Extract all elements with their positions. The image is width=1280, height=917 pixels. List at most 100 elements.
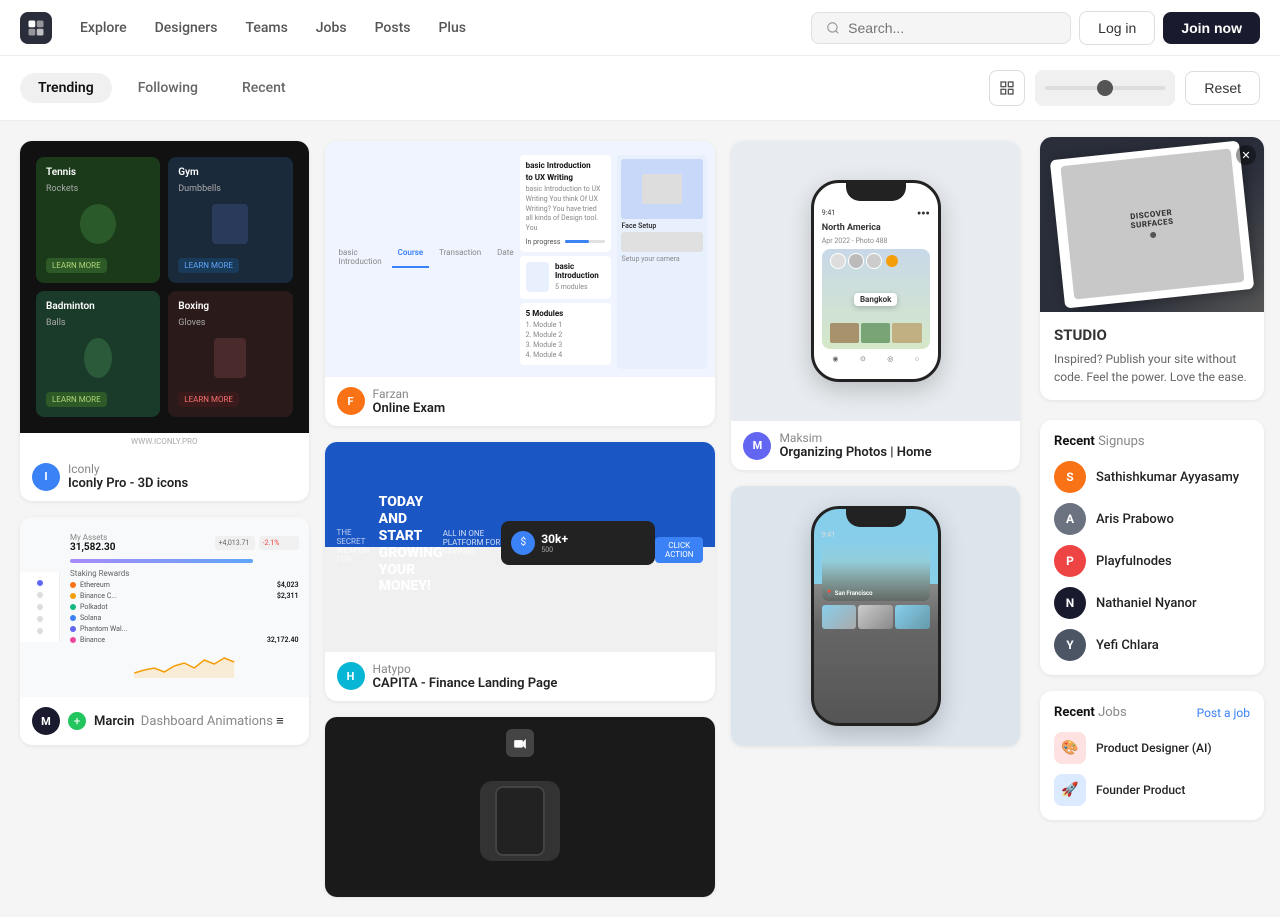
card-capita-finance[interactable]: THE SECRET WEAPON FOR TODAY ANDSTART GRO…: [325, 442, 716, 701]
card-video[interactable]: [325, 717, 716, 897]
job-item[interactable]: 🎨 Product Designer (AI): [1054, 732, 1250, 764]
card-meta: Hatypo CAPITA - Finance Landing Page: [373, 662, 558, 691]
card-author: Maksim: [779, 431, 931, 445]
ux-tab: Transaction: [433, 246, 487, 268]
ux-text: 5 modules: [555, 283, 606, 293]
signup-item[interactable]: Y Yefi Chlara: [1054, 629, 1250, 661]
street-photos: [822, 605, 930, 629]
card-thumbnail: basic Introduction Course Transaction Da…: [325, 141, 716, 377]
card-title: Organizing Photos | Home: [779, 445, 931, 460]
nav-designers[interactable]: Designers: [143, 14, 230, 42]
ux-side-title: Face Setup: [621, 222, 703, 230]
mock-label: Gym: [178, 167, 282, 178]
card-online-exam[interactable]: basic Introduction Course Transaction Da…: [325, 141, 716, 426]
grid-icon: [999, 80, 1015, 96]
nav-explore[interactable]: Explore: [68, 14, 139, 42]
card-thumbnail: My Assets 31,582.30 +4,013.71 -2.1% Stak…: [20, 517, 309, 697]
card-thumbnail: Tennis Rockets LEARN MORE Gym Dumbbells …: [20, 141, 309, 433]
ux-block: basic Introduction to UX Writing basic I…: [520, 155, 612, 252]
module-item: 4. Module 4: [526, 351, 606, 359]
ux-tab: Date: [491, 246, 519, 268]
job-icon: 🎨: [1054, 732, 1086, 764]
mock-sub: Rockets: [46, 184, 150, 194]
header: Explore Designers Teams Jobs Posts Plus …: [0, 0, 1280, 56]
signup-avatar: A: [1054, 503, 1086, 535]
logo[interactable]: [20, 12, 52, 44]
nav-plus[interactable]: Plus: [426, 14, 478, 42]
ux-content: basic Introduction to UX Writing basic I…: [520, 155, 708, 369]
job-item[interactable]: 🚀 Founder Product: [1054, 774, 1250, 806]
card-meta: Maksim Organizing Photos | Home: [779, 431, 931, 460]
tab-following[interactable]: Following: [120, 73, 216, 103]
card-thumbnail: 9:41 📍 San Francisco: [731, 486, 1020, 746]
promo-dot: [1150, 232, 1157, 239]
job-title: Product Designer (AI): [1096, 740, 1212, 757]
card-organizing-photos[interactable]: 9:41 ●●● North America Apr 2022 - Photo …: [731, 141, 1020, 470]
finance-cta: CLICK ACTION: [655, 531, 703, 563]
post-job-link[interactable]: Post a job: [1197, 706, 1250, 720]
join-button[interactable]: Join now: [1163, 12, 1260, 44]
phone-notch: [846, 509, 906, 527]
tab-trending[interactable]: Trending: [20, 73, 112, 103]
signup-item[interactable]: A Aris Prabowo: [1054, 503, 1250, 535]
size-slider[interactable]: [1035, 70, 1175, 106]
card-meta: +: [68, 712, 86, 730]
nav-teams[interactable]: Teams: [233, 14, 299, 42]
nav-profile: ○: [915, 355, 919, 363]
search-input[interactable]: [848, 20, 1056, 36]
mock-bar: [70, 559, 253, 563]
card-meta: Iconly Iconly Pro - 3D icons: [68, 462, 188, 491]
section-title-highlight: Recent: [1054, 434, 1095, 449]
phone-time: 9:41: [822, 209, 836, 217]
street-thumb: [822, 605, 857, 629]
ux-image: [621, 159, 703, 219]
mock-stat: -2.1%: [259, 536, 299, 550]
mock-btn: LEARN MORE: [46, 258, 107, 273]
signup-avatar: P: [1054, 545, 1086, 577]
signup-item[interactable]: S Sathishkumar Ayyasamy: [1054, 461, 1250, 493]
mock-label: My Assets: [70, 533, 116, 542]
signup-avatar: Y: [1054, 629, 1086, 661]
card-author: Iconly: [68, 462, 188, 476]
jobs-title-muted2: Jobs: [1098, 705, 1127, 720]
sidebar-promo-card[interactable]: DISCOVERSURFACES ✕ STUDIO Inspired? Publ…: [1040, 137, 1264, 400]
grid-area: Tennis Rockets LEARN MORE Gym Dumbbells …: [0, 121, 1040, 917]
nav-jobs[interactable]: Jobs: [304, 14, 359, 42]
promo-title: STUDIO: [1054, 326, 1250, 344]
phone-header: North America: [822, 223, 930, 233]
nav-posts[interactable]: Posts: [363, 14, 423, 42]
slider-thumb[interactable]: [1097, 80, 1113, 96]
finance-tagline: THE SECRET WEAPON FOR: [337, 528, 379, 564]
module-item: 1. Module 1: [526, 321, 606, 329]
nav-home: ◉: [832, 355, 838, 363]
promo-close-button[interactable]: ✕: [1236, 145, 1256, 165]
reset-button[interactable]: Reset: [1185, 71, 1260, 105]
signup-name: Nathaniel Nyanor: [1096, 596, 1197, 611]
street-label: 📍 San Francisco: [826, 590, 873, 597]
card-street-phone[interactable]: 9:41 📍 San Francisco: [731, 486, 1020, 746]
street-image: 📍 San Francisco: [822, 541, 930, 601]
finance-card: $ 30k+ 500: [501, 521, 655, 565]
view-toggle-button[interactable]: [989, 70, 1025, 106]
tab-recent[interactable]: Recent: [224, 73, 304, 103]
finance-label: 500: [541, 546, 568, 554]
search-bar[interactable]: [811, 12, 1071, 44]
card-iconly-3d-icons[interactable]: Tennis Rockets LEARN MORE Gym Dumbbells …: [20, 141, 309, 501]
card-dashboard-animations[interactable]: My Assets 31,582.30 +4,013.71 -2.1% Stak…: [20, 517, 309, 745]
login-button[interactable]: Log in: [1079, 11, 1155, 45]
signup-item[interactable]: P Playfulnodes: [1054, 545, 1250, 577]
card-footer: M Maksim Organizing Photos | Home: [731, 421, 1020, 470]
finance-amount: 30k+: [541, 532, 568, 546]
ux-list: 5 Modules 1. Module 1 2. Module 2 3. Mod…: [520, 303, 612, 365]
avatar: F: [337, 387, 365, 415]
signup-item[interactable]: N Nathaniel Nyanor: [1054, 587, 1250, 619]
mock-value: 31,582.30: [70, 542, 116, 553]
promo-book-title: DISCOVERSURFACES: [1129, 208, 1174, 230]
avatar: H: [337, 662, 365, 690]
filter-bar: Trending Following Recent Reset: [0, 56, 1280, 121]
ux-title: basic Introduction: [555, 262, 606, 280]
mock-content: My Assets 31,582.30 +4,013.71 -2.1% Stak…: [60, 523, 309, 692]
street-phone-frame: 9:41 📍 San Francisco: [811, 506, 941, 726]
nav-share: ◎: [887, 355, 893, 363]
card-footer: M + Marcin Dashboard Animations ≡: [20, 697, 309, 745]
